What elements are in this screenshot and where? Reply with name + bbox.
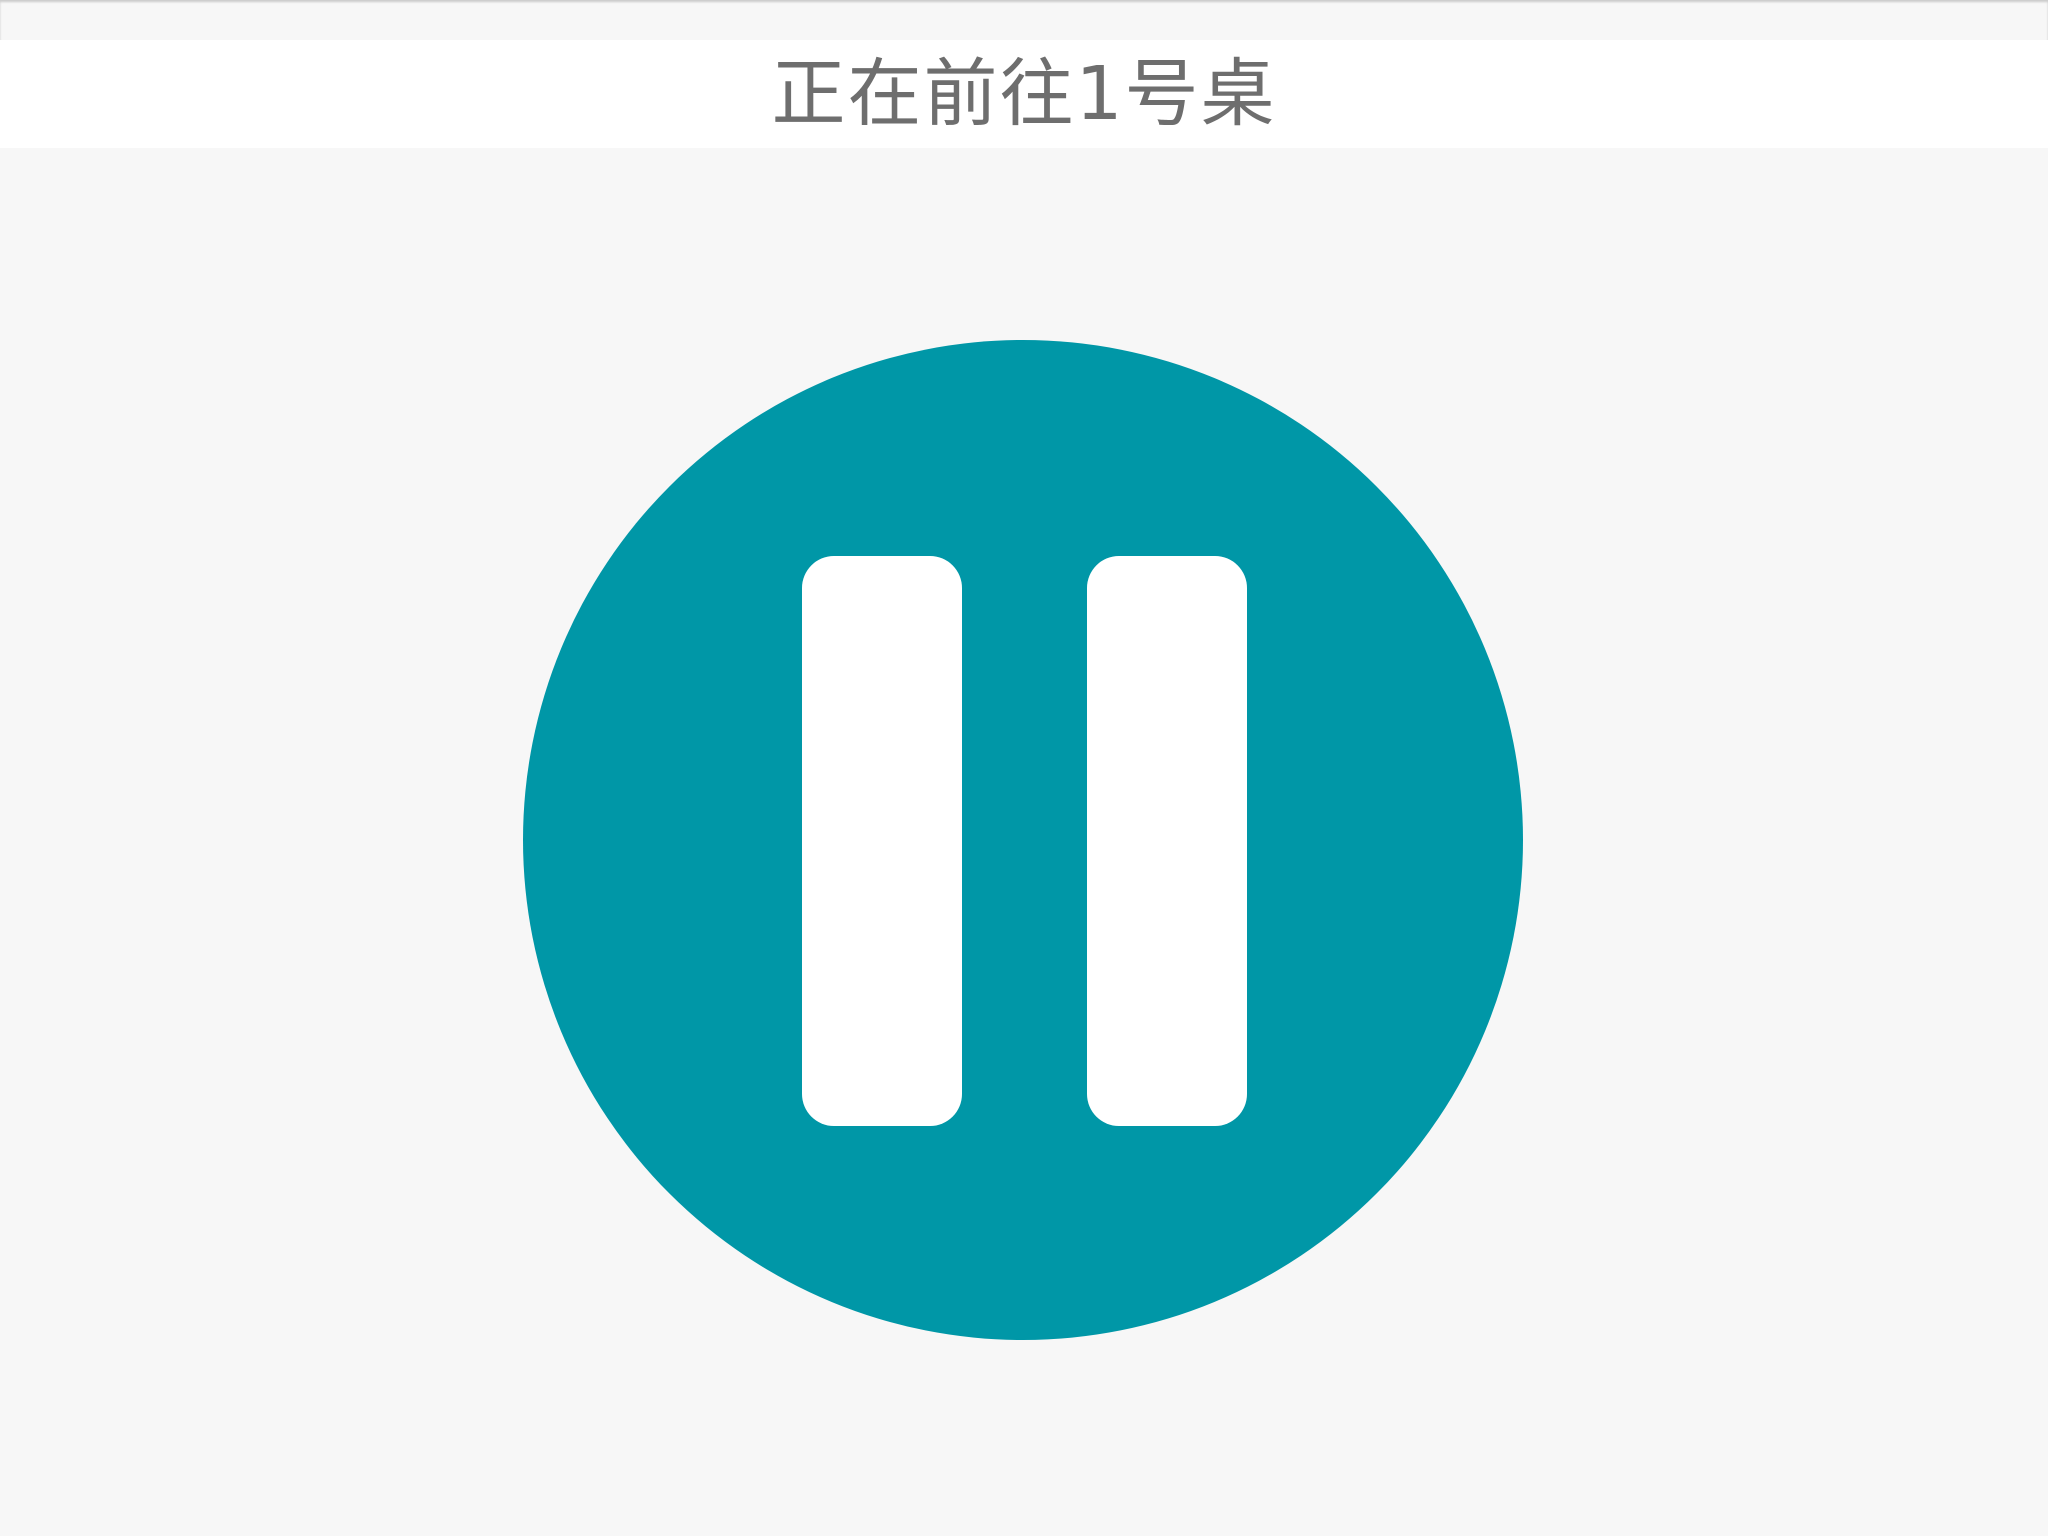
pause-button[interactable] [523,340,1523,1340]
title-bar: 正在前往1号桌 [0,40,2048,148]
pause-icon-left-bar [802,556,962,1126]
page-title: 正在前往1号桌 [771,51,1277,137]
pause-icon-right-bar [1087,556,1247,1126]
status-strip [0,0,2048,40]
